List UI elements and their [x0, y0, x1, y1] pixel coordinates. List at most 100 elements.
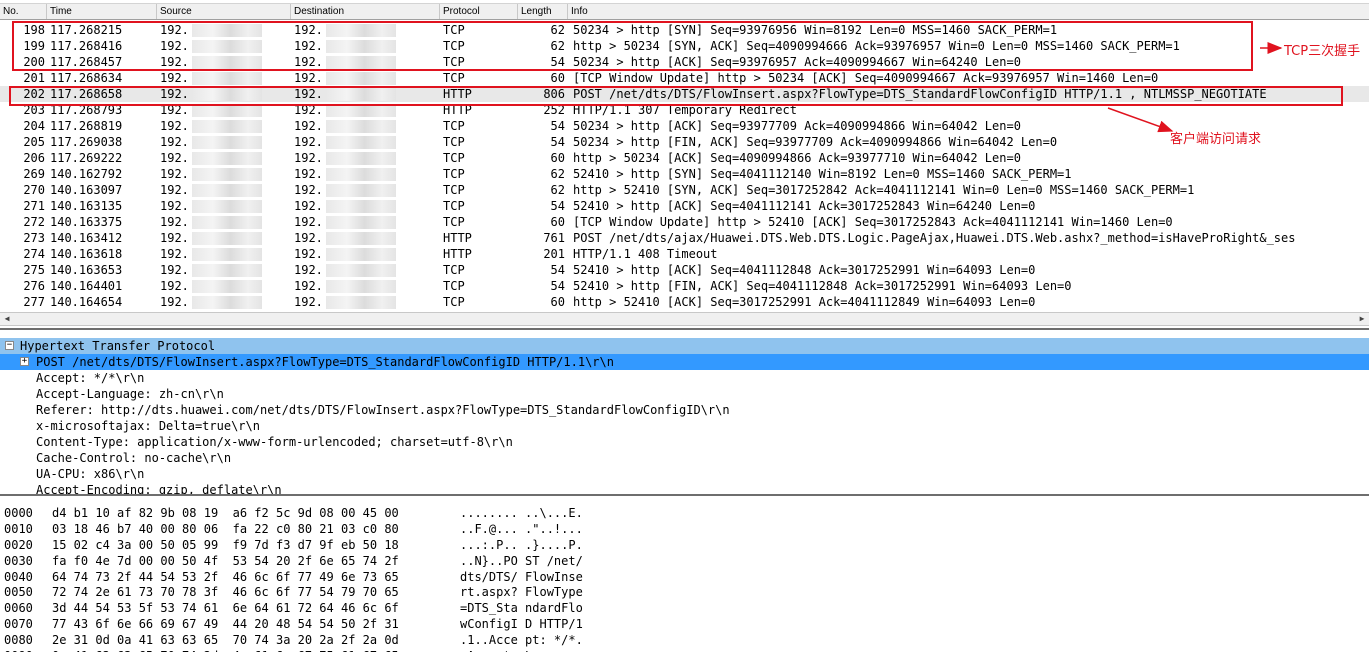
bytes-offset: 0030: [4, 553, 33, 568]
bytes-ascii: wConfigI D HTTP/1: [460, 617, 583, 632]
bytes-offset: 0080: [4, 633, 33, 648]
redacted-address-blur: [192, 280, 262, 293]
column-header-no[interactable]: No.: [0, 4, 47, 19]
packet-row[interactable]: 276 140.164401 192. 192. TCP 54 52410 > http […: [0, 278, 1369, 294]
packet-destination: 192.: [294, 151, 323, 165]
scroll-right-icon[interactable]: ▶: [1355, 313, 1369, 325]
packet-destination: 192.: [294, 295, 323, 309]
packet-time: 140.163375: [50, 215, 123, 229]
packet-row[interactable]: 275 140.163653 192. 192. TCP 54 52410 > http […: [0, 262, 1369, 278]
bytes-row[interactable]: 0050 72 74 2e 61 73 70 78 3f 46 6c 6f 77 …: [0, 584, 1369, 600]
detail-header-text: Cache-Control: no-cache\r\n: [36, 451, 232, 465]
detail-header-line[interactable]: Content-Type: application/x-www-form-url…: [0, 434, 1369, 450]
packet-length: 201: [543, 247, 565, 261]
packet-protocol: TCP: [443, 199, 465, 213]
packet-row[interactable]: 270 140.163097 192. 192. TCP 62 http > 52410 […: [0, 182, 1369, 198]
packet-no: 275: [23, 263, 45, 277]
packet-info: POST /net/dts/ajax/Huawei.DTS.Web.DTS.Lo…: [573, 231, 1296, 245]
detail-header-line[interactable]: Accept-Language: zh-cn\r\n: [0, 386, 1369, 402]
column-header-source[interactable]: Source: [157, 4, 291, 19]
packet-row[interactable]: 274 140.163618 192. 192. HTTP 201 HTTP/1.1 408…: [0, 246, 1369, 262]
packet-length: 54: [550, 279, 565, 293]
packet-destination: 192.: [294, 119, 323, 133]
packet-bytes-pane[interactable]: 0000 d4 b1 10 af 82 9b 08 19 a6 f2 5c 9d …: [0, 494, 1369, 652]
bytes-offset: 0070: [4, 617, 33, 632]
packet-info: 52410 > http [ACK] Seq=4041112848 Ack=30…: [573, 263, 1036, 277]
packet-length: 54: [550, 135, 565, 149]
packet-time: 140.163412: [50, 231, 123, 245]
bytes-row[interactable]: 0090 0a 41 63 63 65 70 74 2d 4c 61 6e 67 …: [0, 648, 1369, 652]
packet-protocol: HTTP: [443, 247, 472, 261]
detail-request-line-row[interactable]: + POST /net/dts/DTS/FlowInsert.aspx?Flow…: [0, 354, 1369, 370]
packet-no: 274: [23, 247, 45, 261]
packet-row[interactable]: 206 117.269222 192. 192. TCP 60 http > 50234 […: [0, 150, 1369, 166]
packet-protocol: HTTP: [443, 231, 472, 245]
bytes-ascii: .Accept- Language: [460, 648, 583, 652]
scroll-left-icon[interactable]: ◀: [0, 313, 14, 325]
bytes-row[interactable]: 0010 03 18 46 b7 40 00 80 06 fa 22 c0 80 …: [0, 521, 1369, 537]
packet-source: 192.: [160, 279, 189, 293]
packet-no: 277: [23, 295, 45, 309]
detail-header-line[interactable]: Accept: */*\r\n: [0, 370, 1369, 386]
packet-time: 140.164654: [50, 295, 123, 309]
redacted-address-blur: [326, 280, 396, 293]
detail-header-line[interactable]: Referer: http://dts.huawei.com/net/dts/D…: [0, 402, 1369, 418]
packet-list-horizontal-scrollbar[interactable]: ◀ ▶: [0, 312, 1369, 326]
redacted-address-blur: [192, 264, 262, 277]
packet-row[interactable]: 269 140.162792 192. 192. TCP 62 52410 > http […: [0, 166, 1369, 182]
packet-row[interactable]: 273 140.163412 192. 192. HTTP 761 POST /net/dt…: [0, 230, 1369, 246]
redacted-address-blur: [192, 248, 262, 261]
redacted-address-blur: [192, 232, 262, 245]
packet-row[interactable]: 277 140.164654 192. 192. TCP 60 http > 52410 […: [0, 294, 1369, 310]
packet-row[interactable]: 201 117.268634 192. 192. TCP 60 [TCP Window Up…: [0, 70, 1369, 86]
detail-http-header-row[interactable]: − Hypertext Transfer Protocol: [0, 338, 1369, 354]
packet-source: 192.: [160, 119, 189, 133]
bytes-row[interactable]: 0040 64 74 73 2f 44 54 53 2f 46 6c 6f 77 …: [0, 569, 1369, 585]
redacted-address-blur: [192, 72, 262, 85]
column-header-time[interactable]: Time: [47, 4, 157, 19]
packet-time: 117.269222: [50, 151, 123, 165]
packet-length: 60: [550, 71, 565, 85]
packet-protocol: TCP: [443, 215, 465, 229]
bytes-offset: 0010: [4, 521, 33, 536]
bytes-row[interactable]: 0000 d4 b1 10 af 82 9b 08 19 a6 f2 5c 9d …: [0, 505, 1369, 521]
packet-row[interactable]: 272 140.163375 192. 192. TCP 60 [TCP Window Up…: [0, 214, 1369, 230]
bytes-row[interactable]: 0080 2e 31 0d 0a 41 63 63 65 70 74 3a 20 …: [0, 632, 1369, 648]
packet-protocol: TCP: [443, 135, 465, 149]
column-header-protocol[interactable]: Protocol: [440, 4, 518, 19]
packet-row[interactable]: 204 117.268819 192. 192. TCP 54 50234 > http […: [0, 118, 1369, 134]
packet-no: 276: [23, 279, 45, 293]
redacted-address-blur: [326, 152, 396, 165]
detail-http-header: Hypertext Transfer Protocol: [20, 339, 216, 353]
redacted-address-blur: [192, 216, 262, 229]
column-header-length[interactable]: Length: [518, 4, 568, 19]
redacted-address-blur: [192, 296, 262, 309]
packet-details-pane[interactable]: − Hypertext Transfer Protocol + POST /ne…: [0, 328, 1369, 496]
detail-header-line[interactable]: x-microsoftajax: Delta=true\r\n: [0, 418, 1369, 434]
packet-source: 192.: [160, 183, 189, 197]
packet-row[interactable]: 271 140.163135 192. 192. TCP 54 52410 > http […: [0, 198, 1369, 214]
detail-header-line[interactable]: Cache-Control: no-cache\r\n: [0, 450, 1369, 466]
bytes-row[interactable]: 0060 3d 44 54 53 5f 53 74 61 6e 64 61 72 …: [0, 600, 1369, 616]
collapse-icon[interactable]: −: [5, 341, 14, 350]
packet-no: 272: [23, 215, 45, 229]
detail-header-line[interactable]: UA-CPU: x86\r\n: [0, 466, 1369, 482]
packet-row[interactable]: 205 117.269038 192. 192. TCP 54 50234 > http […: [0, 134, 1369, 150]
bytes-ascii: .1..Acce pt: */*.: [460, 633, 583, 648]
packet-destination: 192.: [294, 183, 323, 197]
expand-icon[interactable]: +: [20, 357, 29, 366]
packet-no: 201: [23, 71, 45, 85]
packet-length: 761: [543, 231, 565, 245]
packet-time: 140.163618: [50, 247, 123, 261]
redacted-address-blur: [326, 216, 396, 229]
column-header-info[interactable]: Info: [568, 4, 1369, 19]
bytes-row[interactable]: 0020 15 02 c4 3a 00 50 05 99 f9 7d f3 d7 …: [0, 537, 1369, 553]
packet-destination: 192.: [294, 279, 323, 293]
packet-no: 206: [23, 151, 45, 165]
bytes-offset: 0040: [4, 569, 33, 584]
packet-source: 192.: [160, 247, 189, 261]
bytes-row[interactable]: 0070 77 43 6f 6e 66 69 67 49 44 20 48 54 …: [0, 616, 1369, 632]
column-header-destination[interactable]: Destination: [291, 4, 440, 19]
bytes-row[interactable]: 0030 fa f0 4e 7d 00 00 50 4f 53 54 20 2f …: [0, 553, 1369, 569]
packet-info: [TCP Window Update] http > 52410 [ACK] S…: [573, 215, 1173, 229]
